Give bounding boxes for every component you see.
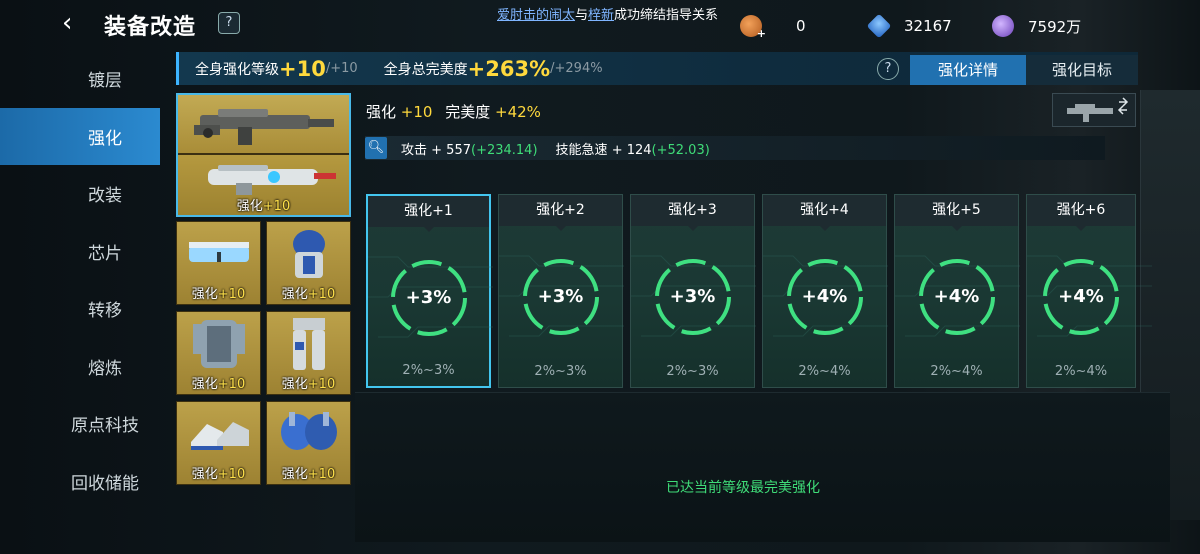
enhance-card[interactable]: 强化+3 +3% 2%~3% xyxy=(630,194,756,388)
enhance-card[interactable]: 强化+1 +3% 2%~3% xyxy=(366,194,493,388)
tab-enhance-target[interactable]: 强化目标 xyxy=(1026,55,1138,85)
currency-orb[interactable]: 7592万 xyxy=(992,14,1081,38)
blaster-icon xyxy=(208,165,336,195)
currency-bronze[interactable]: + 0 xyxy=(740,14,806,40)
card-range: 2%~4% xyxy=(930,364,983,379)
ticker-text: 成功缔结指导关系 xyxy=(614,8,719,23)
card-value: +4% xyxy=(933,286,980,307)
tab-enhance-detail[interactable]: 强化详情 xyxy=(910,55,1026,85)
left-nav: 镀层 强化 改装 芯片 转移 熔炼 原点科技 回收储能 xyxy=(0,50,160,510)
status-message: 已达当前等级最完美强化 xyxy=(666,480,820,496)
slot-level-label: 强化+10 xyxy=(191,377,246,392)
secondary-weapon[interactable]: 强化+10 xyxy=(178,155,349,215)
nav-item-origin-tech[interactable]: 原点科技 xyxy=(0,395,160,453)
armor-icon xyxy=(193,320,245,368)
bronze-medal-icon: + xyxy=(740,15,766,40)
nav-item-recycle[interactable]: 回收储能 xyxy=(0,453,160,511)
level-max: /+10 xyxy=(325,61,358,76)
nav-item-transfer[interactable]: 转移 xyxy=(0,280,160,338)
slot-level-label: 强化+10 xyxy=(281,377,336,392)
info-level: +10 xyxy=(400,103,433,121)
slot-legs[interactable]: 强化+10 xyxy=(266,311,351,395)
slot-level-label: 强化+10 xyxy=(281,287,336,302)
card-range: 2%~4% xyxy=(1054,364,1108,379)
ticker-player-1[interactable]: 爱肘击的闹太 xyxy=(497,8,575,23)
slot-level-label: 强化+10 xyxy=(191,287,246,302)
slot-armor[interactable]: 强化+10 xyxy=(176,311,261,395)
level-label: 全身强化等级 xyxy=(195,61,279,78)
currency-crystal-value: 32167 xyxy=(904,17,952,35)
currency-bronze-value: 0 xyxy=(796,17,806,35)
primary-weapon[interactable] xyxy=(178,95,349,155)
card-range: 2%~3% xyxy=(534,364,587,379)
card-value: +3% xyxy=(669,286,716,307)
gloves-icon xyxy=(281,412,337,450)
enhance-card[interactable]: 强化+6 +4% 2%~4% xyxy=(1026,194,1152,388)
card-value: +4% xyxy=(1058,286,1104,307)
card-title: 强化+2 xyxy=(499,195,622,231)
card-title: 强化+5 xyxy=(895,195,1018,231)
card-range: 2%~3% xyxy=(402,363,455,378)
help-circle-button[interactable]: ? xyxy=(877,58,899,80)
ticker-player-2[interactable]: 梓新 xyxy=(588,8,614,23)
leg-armor-icon xyxy=(293,318,325,370)
card-title: 强化+4 xyxy=(763,195,886,231)
nav-item-smelt[interactable]: 熔炼 xyxy=(0,338,160,396)
nav-item-modify[interactable]: 改装 xyxy=(0,165,160,223)
swap-weapon-icon xyxy=(1067,97,1129,122)
nav-item-enhance[interactable]: 强化 xyxy=(0,107,160,165)
help-button[interactable]: ? xyxy=(218,12,240,34)
info-title-label: 强化 xyxy=(366,103,397,121)
card-range: 2%~4% xyxy=(798,364,851,379)
stat-skill-haste: 技能急速 + 124(+52.03) xyxy=(555,142,710,158)
currency-crystal[interactable]: 32167 xyxy=(866,13,952,39)
enhance-card[interactable]: 强化+2 +3% 2%~3% xyxy=(498,194,624,388)
card-title: 强化+3 xyxy=(631,195,754,231)
blue-crystal-icon xyxy=(866,13,892,39)
card-title: 强化+6 xyxy=(1027,195,1135,231)
back-arrow-icon[interactable]: ‹ xyxy=(62,10,90,38)
nav-item-plating[interactable]: 镀层 xyxy=(0,50,160,108)
weapon-switch-button[interactable] xyxy=(1052,93,1136,127)
slot-boots[interactable]: 强化+10 xyxy=(176,401,261,485)
info-perfect-label: 完美度 xyxy=(445,103,491,121)
card-value: +3% xyxy=(537,286,584,307)
weapon-slot[interactable]: 强化+10 xyxy=(176,93,351,217)
weapon-level-label: 强化+10 xyxy=(236,199,291,214)
page-title: 装备改造 xyxy=(104,15,197,40)
purple-orb-icon xyxy=(992,15,1014,37)
slot-gloves[interactable]: 强化+10 xyxy=(266,401,351,485)
helmet-chest-icon xyxy=(293,230,325,278)
card-value: +4% xyxy=(801,286,848,307)
selected-item-title: 强化 +10 完美度 +42% xyxy=(366,101,541,122)
slot-level-label: 强化+10 xyxy=(281,467,336,482)
level-value: +10 xyxy=(279,56,326,81)
stat-attack: 攻击 + 557(+234.14) xyxy=(401,142,538,158)
goggles-icon xyxy=(189,242,249,262)
info-perfect-value: +42% xyxy=(495,103,541,121)
currency-orb-value: 7592万 xyxy=(1028,17,1082,36)
card-title: 强化+1 xyxy=(368,196,489,232)
enhance-card[interactable]: 强化+5 +4% 2%~4% xyxy=(894,194,1020,388)
perfect-value: +263% xyxy=(467,56,551,81)
ticker-text: 与 xyxy=(575,8,589,23)
slot-goggles[interactable]: 强化+10 xyxy=(176,221,261,305)
rifle-icon xyxy=(194,109,334,145)
search-icon[interactable]: 🔍︎ xyxy=(365,137,387,159)
slot-helmet[interactable]: 强化+10 xyxy=(266,221,351,305)
enhance-card[interactable]: 强化+4 +4% 2%~4% xyxy=(762,194,888,388)
card-value: +3% xyxy=(405,287,452,308)
nav-item-chip[interactable]: 芯片 xyxy=(0,223,160,281)
stat-row: 🔍︎ 攻击 + 557(+234.14) 技能急速 + 124(+52.03) xyxy=(365,136,1105,160)
slot-level-label: 强化+10 xyxy=(191,467,246,482)
perfect-label: 全身总完美度 xyxy=(383,61,468,78)
perfect-max: /+294% xyxy=(550,61,603,76)
broadcast-ticker: 爱肘击的闹太与梓新成功缔结指导关系 xyxy=(497,4,737,23)
lower-panel xyxy=(355,392,1170,542)
boots-icon xyxy=(191,422,249,450)
card-range: 2%~3% xyxy=(666,364,719,379)
